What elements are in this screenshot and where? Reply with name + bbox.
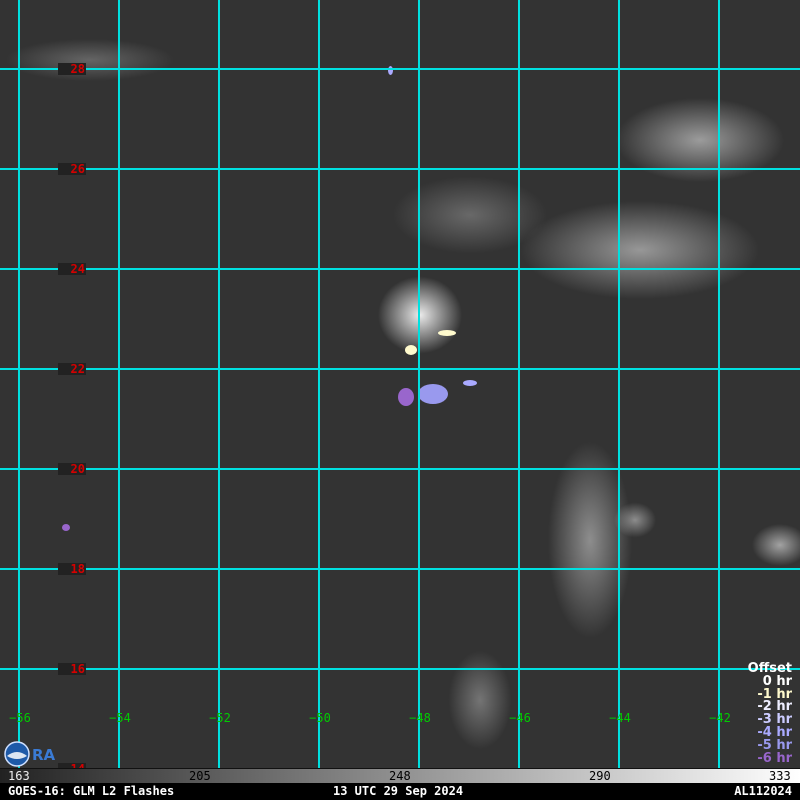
parallel-26 xyxy=(0,168,800,170)
meridian-50 xyxy=(318,0,320,768)
flash-cluster-older-3 xyxy=(463,380,477,386)
parallel-16 xyxy=(0,668,800,670)
meridian-48 xyxy=(418,0,420,768)
parallel-20 xyxy=(0,468,800,470)
meridian-54 xyxy=(118,0,120,768)
lon-label-44: −44 xyxy=(609,711,631,725)
flash-cluster-older-2 xyxy=(418,384,448,404)
colorbar-tick-290: 290 xyxy=(589,769,611,783)
meridian-46 xyxy=(518,0,520,768)
meridian-52 xyxy=(218,0,220,768)
footer-storm-id: AL112024 xyxy=(734,784,792,798)
meridian-42 xyxy=(718,0,720,768)
parallel-24 xyxy=(0,268,800,270)
colorbar-tick-163: 163 xyxy=(8,769,30,783)
lat-label-16: 16 xyxy=(58,663,86,675)
footer-product: GOES-16: GLM L2 Flashes xyxy=(8,784,175,798)
lon-label-50: −50 xyxy=(309,711,331,725)
meridian-44 xyxy=(618,0,620,768)
lat-label-28: 28 xyxy=(58,63,86,75)
offset-legend: Offset 0 hr -1 hr -2 hr -3 hr -4 hr -5 h… xyxy=(748,662,792,766)
footer-bar: GOES-16: GLM L2 Flashes 13 UTC 29 Sep 20… xyxy=(0,783,800,800)
lon-label-56: −56 xyxy=(9,711,31,725)
colorbar-tick-333: 333 xyxy=(769,769,791,783)
lon-label-42: −42 xyxy=(709,711,731,725)
parallel-22 xyxy=(0,368,800,370)
flash-cluster-recent xyxy=(405,345,417,355)
flash-cluster-recent-2 xyxy=(438,330,456,336)
lat-label-18: 18 xyxy=(58,563,86,575)
lat-label-20: 20 xyxy=(58,463,86,475)
parallel-18 xyxy=(0,568,800,570)
parallel-28 xyxy=(0,68,800,70)
lat-label-22: 22 xyxy=(58,363,86,375)
colorbar-tick-205: 205 xyxy=(189,769,211,783)
lat-label-26: 26 xyxy=(58,163,86,175)
svg-text:RA: RA xyxy=(32,746,56,764)
lat-label-24: 24 xyxy=(58,263,86,275)
meridian-56 xyxy=(18,0,20,768)
colorbar: 163 205 248 290 333 xyxy=(0,768,800,783)
flash-cluster-older xyxy=(398,388,414,406)
flash-cluster-west xyxy=(62,524,70,531)
legend-item-6hr: -6 hr xyxy=(757,750,792,766)
noaa-cira-logo: RA xyxy=(4,741,56,767)
lon-label-48: −48 xyxy=(409,711,431,725)
lon-label-52: −52 xyxy=(209,711,231,725)
footer-timestamp: 13 UTC 29 Sep 2024 xyxy=(333,784,464,798)
satellite-map: 28 26 24 22 20 18 16 14 −56 −54 −52 −50 … xyxy=(0,0,800,768)
colorbar-tick-248: 248 xyxy=(389,769,411,783)
lon-label-54: −54 xyxy=(109,711,131,725)
lon-label-46: −46 xyxy=(509,711,531,725)
